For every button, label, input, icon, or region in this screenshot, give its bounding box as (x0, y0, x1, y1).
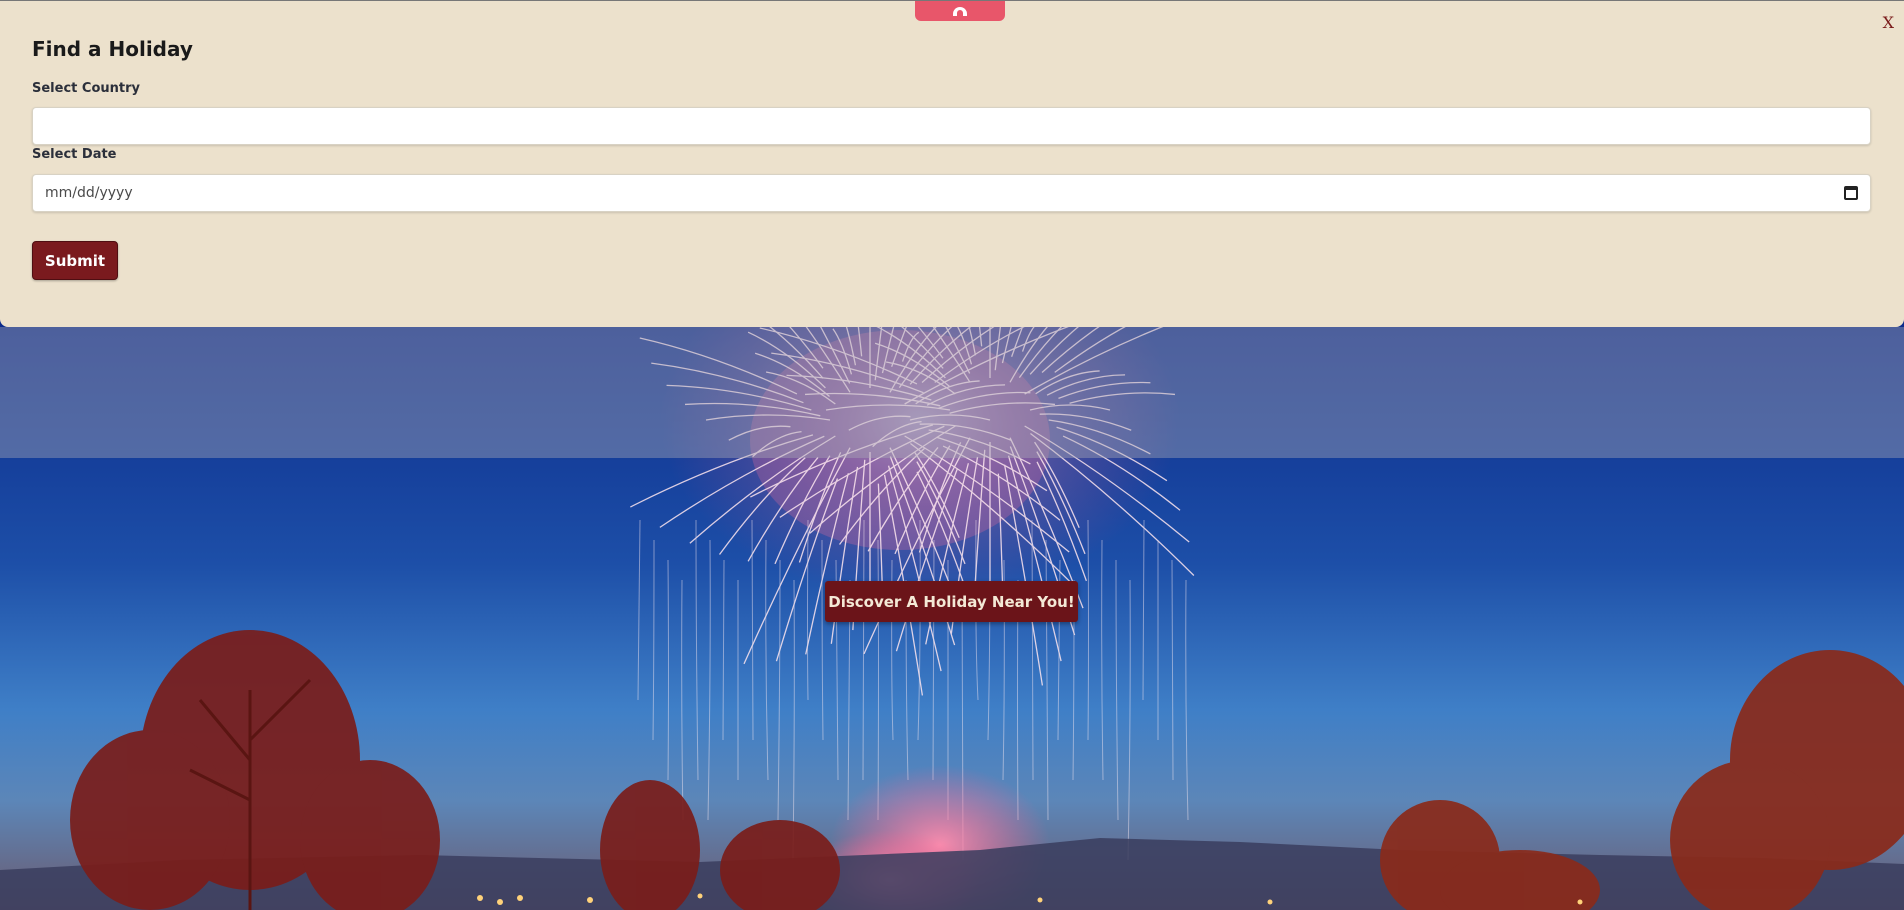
country-label: Select Country (32, 81, 140, 96)
country-input[interactable] (32, 107, 1871, 145)
chevron-up-icon (953, 6, 967, 16)
firework-trail (637, 519, 641, 701)
firework-trail (1171, 559, 1174, 781)
firework-trail (652, 539, 655, 741)
firework-trail (1115, 559, 1119, 821)
firework-trail (707, 539, 711, 821)
panel-title: Find a Holiday (32, 37, 193, 61)
firework-trail (695, 519, 699, 781)
close-button[interactable]: X (1883, 13, 1894, 32)
discover-holiday-button[interactable]: Discover A Holiday Near You! (825, 581, 1078, 622)
date-input[interactable]: mm/dd/yyyy (32, 174, 1871, 212)
firework-trail (777, 559, 781, 821)
firework-trail (1101, 539, 1104, 781)
firework-trail (681, 579, 684, 821)
firework-trail (722, 559, 725, 741)
firework-trail (765, 539, 769, 781)
firework-trail (807, 519, 809, 701)
date-placeholder: mm/dd/yyyy (45, 185, 133, 201)
date-label: Select Date (32, 147, 117, 162)
collapse-tab[interactable] (915, 1, 1005, 21)
firework-trail (1185, 579, 1189, 821)
submit-button[interactable]: Submit (32, 241, 118, 280)
firework-trail (792, 579, 795, 861)
firework-trail (1087, 519, 1089, 741)
firework-trail (1127, 579, 1131, 861)
firework-trail (1142, 519, 1145, 701)
calendar-icon[interactable] (1844, 186, 1858, 200)
find-holiday-panel: X Find a Holiday Select Country Select D… (0, 0, 1904, 327)
firework-trail (667, 559, 669, 781)
dim-overlay (0, 327, 1904, 458)
